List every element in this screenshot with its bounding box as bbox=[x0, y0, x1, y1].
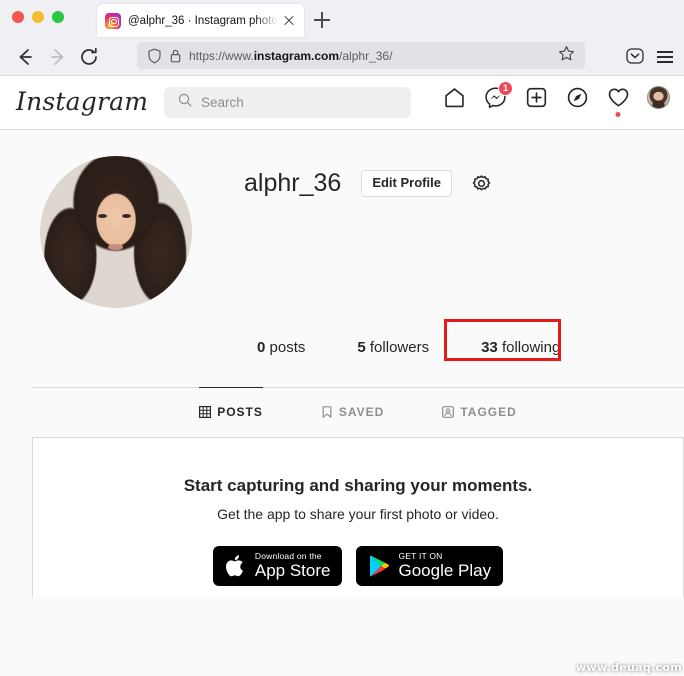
stat-followers[interactable]: 5 followers bbox=[357, 339, 429, 356]
url-bar[interactable]: https://www.instagram.com/alphr_36/ bbox=[137, 42, 585, 69]
messenger-badge: 1 bbox=[498, 81, 513, 96]
new-tab-button[interactable] bbox=[312, 10, 332, 30]
instagram-nav-icons: 1 bbox=[442, 81, 670, 117]
tab-saved-label: SAVED bbox=[338, 405, 385, 419]
home-icon[interactable] bbox=[442, 85, 466, 109]
google-play-badge-big: Google Play bbox=[398, 561, 492, 581]
username-row: alphr_36 Edit Profile bbox=[244, 169, 494, 198]
google-play-badge-small: GET IT ON bbox=[398, 551, 443, 562]
instagram-logo[interactable]: Instagram bbox=[16, 87, 148, 116]
search-icon bbox=[178, 93, 192, 112]
empty-state-title: Start capturing and sharing your moments… bbox=[183, 476, 533, 495]
store-badges: Download on the App Store GET IT ON Goog… bbox=[33, 546, 683, 586]
instagram-page: Instagram Search 1 alphr_36 Edit Profile… bbox=[0, 76, 684, 676]
gear-icon[interactable] bbox=[470, 172, 494, 196]
arrow-left-icon bbox=[19, 49, 32, 65]
empty-state-card: Start capturing and sharing your moments… bbox=[32, 437, 684, 597]
grid-icon bbox=[199, 406, 212, 418]
star-icon[interactable] bbox=[558, 45, 575, 67]
plus-square-icon[interactable] bbox=[524, 85, 548, 109]
browser-titlebar: @alphr_36 · Instagram photos a bbox=[0, 0, 684, 37]
activity-notification-dot bbox=[615, 112, 621, 117]
google-play-icon bbox=[370, 555, 390, 577]
profile-tabs: POSTS SAVED TAGGED bbox=[32, 387, 684, 436]
bookmark-icon bbox=[322, 406, 332, 418]
hamburger-menu-icon[interactable] bbox=[657, 46, 675, 68]
window-minimize-button[interactable] bbox=[32, 11, 44, 23]
browser-chrome: @alphr_36 · Instagram photos a https://w… bbox=[0, 0, 684, 76]
reload-button[interactable] bbox=[78, 46, 100, 68]
instagram-favicon bbox=[105, 12, 121, 29]
window-traffic-lights bbox=[12, 11, 64, 23]
stat-following[interactable]: 33 following bbox=[481, 339, 560, 356]
compass-icon[interactable] bbox=[565, 85, 589, 109]
tab-tagged-label: TAGGED bbox=[460, 405, 517, 419]
instagram-header: Instagram Search 1 bbox=[0, 76, 684, 130]
site-watermark: www.deuaq.com bbox=[575, 661, 682, 674]
google-play-badge-text: GET IT ON Google Play bbox=[398, 552, 491, 580]
tab-posts-label: POSTS bbox=[217, 405, 263, 419]
back-button[interactable] bbox=[14, 46, 36, 68]
lock-icon[interactable] bbox=[169, 48, 182, 64]
url-text: https://www.instagram.com/alphr_36/ bbox=[189, 48, 393, 63]
google-play-badge[interactable]: GET IT ON Google Play bbox=[356, 546, 504, 586]
forward-button[interactable] bbox=[47, 46, 69, 68]
search-input[interactable]: Search bbox=[164, 87, 411, 118]
apple-icon bbox=[225, 555, 243, 577]
profile-stats: 0 posts 5 followers 33 following bbox=[257, 319, 612, 361]
screenshot-root: @alphr_36 · Instagram photos a https://w… bbox=[0, 0, 684, 676]
browser-tab[interactable]: @alphr_36 · Instagram photos a bbox=[97, 4, 304, 37]
shield-icon[interactable] bbox=[147, 48, 162, 64]
messenger-icon[interactable]: 1 bbox=[483, 81, 513, 109]
tab-posts[interactable]: POSTS bbox=[199, 387, 263, 419]
profile-section: alphr_36 Edit Profile 0 posts 5 follower… bbox=[16, 130, 684, 597]
profile-header: alphr_36 Edit Profile 0 posts 5 follower… bbox=[16, 130, 668, 361]
browser-navbar: https://www.instagram.com/alphr_36/ bbox=[0, 37, 684, 75]
close-icon[interactable] bbox=[282, 14, 296, 28]
app-store-badge-big: App Store bbox=[254, 561, 331, 581]
app-store-badge-text: Download on the App Store bbox=[255, 552, 331, 580]
reload-icon bbox=[81, 47, 97, 65]
edit-profile-button[interactable]: Edit Profile bbox=[361, 170, 452, 198]
tab-tagged[interactable]: TAGGED bbox=[442, 387, 516, 419]
page-title: alphr_36 bbox=[244, 169, 342, 198]
heart-icon[interactable] bbox=[606, 85, 630, 117]
tagged-person-icon bbox=[442, 406, 455, 418]
search-placeholder: Search bbox=[201, 95, 244, 110]
stat-posts[interactable]: 0 posts bbox=[257, 339, 305, 356]
app-store-badge-small: Download on the bbox=[254, 551, 322, 562]
empty-state-subtitle: Get the app to share your first photo or… bbox=[217, 506, 499, 522]
pocket-icon[interactable] bbox=[625, 46, 645, 71]
arrow-right-icon bbox=[51, 49, 64, 65]
window-maximize-button[interactable] bbox=[52, 11, 64, 23]
window-close-button[interactable] bbox=[12, 11, 24, 23]
profile-avatar[interactable] bbox=[40, 156, 192, 308]
tab-saved[interactable]: SAVED bbox=[321, 387, 384, 419]
browser-tab-title: @alphr_36 · Instagram photos a bbox=[128, 14, 278, 27]
nav-avatar[interactable] bbox=[647, 85, 670, 109]
app-store-badge[interactable]: Download on the App Store bbox=[212, 546, 343, 586]
